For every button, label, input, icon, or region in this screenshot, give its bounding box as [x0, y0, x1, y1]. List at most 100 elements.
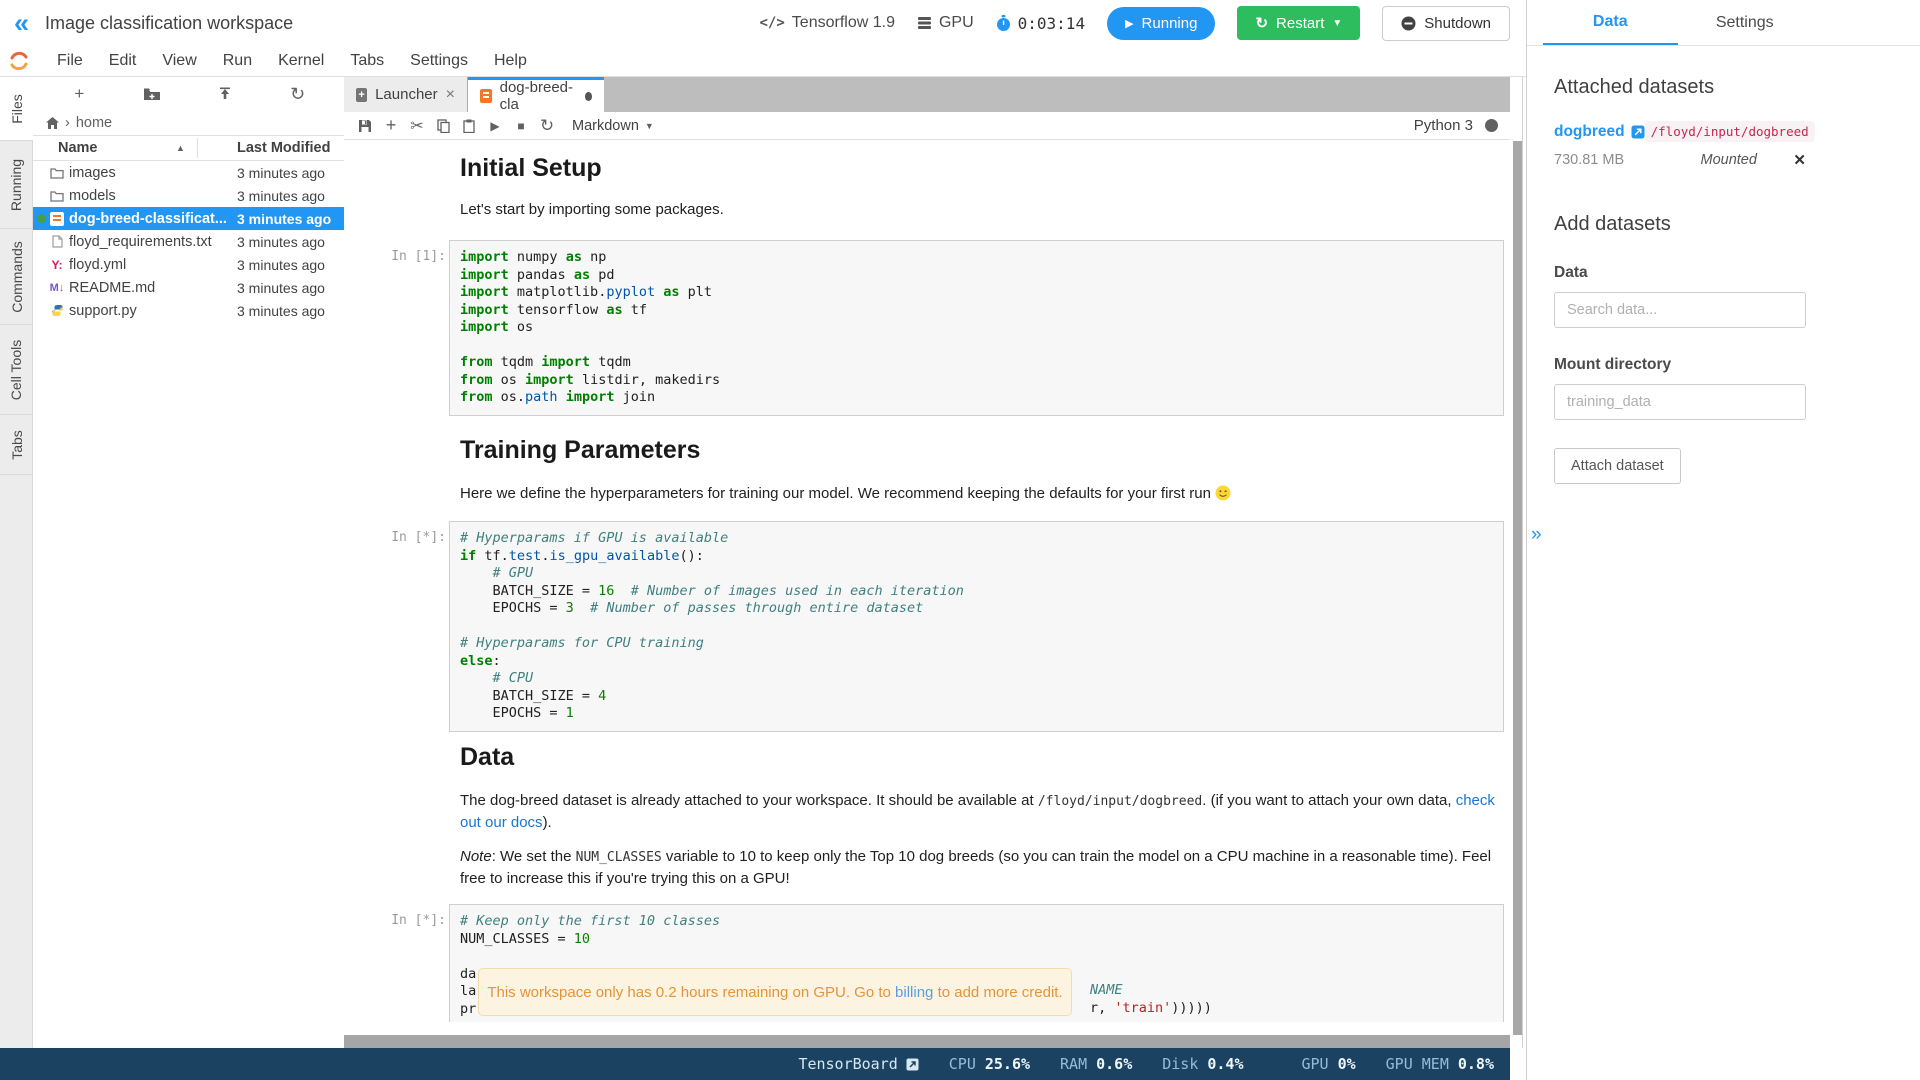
dataset-link[interactable]: dogbreed	[1554, 123, 1645, 141]
cut-cells-button[interactable]: ✂	[404, 115, 430, 137]
menu-settings[interactable]: Settings	[397, 48, 481, 74]
gpu-credit-toast: This workspace only has 0.2 hours remain…	[478, 968, 1072, 1016]
external-link-icon	[906, 1058, 919, 1071]
tab-launcher[interactable]: + Launcher ×	[344, 77, 468, 112]
sort-ascending-icon[interactable]: ▲	[176, 143, 185, 153]
sidebar-tab-files[interactable]: Files	[0, 77, 34, 141]
sidebar-tab-running[interactable]: Running	[0, 141, 33, 229]
restart-button[interactable]: ↻ Restart ▼	[1237, 6, 1360, 40]
sidebar-tab-cell-tools[interactable]: Cell Tools	[0, 325, 33, 415]
file-row-models[interactable]: models 3 minutes ago	[33, 184, 344, 207]
horizontal-scrollbar[interactable]	[344, 1035, 1510, 1048]
file-row-requirements[interactable]: floyd_requirements.txt 3 minutes ago	[33, 230, 344, 253]
billing-link[interactable]: billing	[895, 984, 933, 1001]
new-launcher-button[interactable]: +	[65, 82, 93, 106]
dataset-size: 730.81 MB	[1554, 152, 1664, 168]
column-last-modified[interactable]: Last Modified	[237, 140, 330, 156]
file-row-notebook-selected[interactable]: dog-breed-classificat... 3 minutes ago	[33, 207, 344, 230]
dock-tab-bar: + Launcher × dog-breed-cla	[344, 77, 1510, 112]
file-row-images[interactable]: images 3 minutes ago	[33, 161, 344, 184]
server-icon	[917, 16, 932, 30]
code-icon: </>	[760, 15, 785, 31]
folder-icon	[47, 167, 67, 179]
close-icon[interactable]: ×	[446, 86, 455, 104]
dataset-mount-path: /floyd/input/dogbreed	[1645, 121, 1815, 142]
restart-kernel-button[interactable]: ↻	[534, 115, 560, 137]
markdown-file-icon: M↓	[47, 282, 67, 294]
cell-type-dropdown[interactable]: Markdown ▼	[572, 118, 654, 134]
running-button[interactable]: ▶ Running	[1107, 7, 1215, 40]
panel-tabs: Data Settings	[1527, 0, 1920, 46]
column-name[interactable]: Name	[58, 140, 98, 156]
notebook-icon	[47, 212, 67, 226]
code-cell-imports[interactable]: In [1]: import numpy as npimport pandas …	[390, 240, 1504, 416]
session-timer: 0:03:14	[996, 14, 1085, 33]
environment-label: Tensorflow 1.9	[792, 14, 895, 32]
menu-help[interactable]: Help	[481, 48, 540, 74]
column-divider	[197, 138, 198, 158]
new-folder-icon	[143, 87, 161, 101]
heading-training-parameters: Training Parameters	[460, 436, 700, 465]
upload-button[interactable]	[211, 82, 239, 106]
save-button[interactable]	[352, 115, 378, 137]
stop-kernel-button[interactable]: ■	[508, 115, 534, 137]
kernel-running-dot	[37, 214, 46, 223]
back-chevrons-icon[interactable]: «	[14, 10, 29, 37]
new-folder-button[interactable]	[138, 82, 166, 106]
vertical-scrollbar[interactable]	[1510, 77, 1526, 1048]
shutdown-button[interactable]: Shutdown	[1382, 6, 1510, 41]
notebook-toolbar: + ✂ ▶ ■ ↻ Markdown ▼ Python 3	[344, 112, 1510, 140]
timer-value: 0:03:14	[1018, 14, 1085, 33]
paste-cells-button[interactable]	[456, 115, 482, 137]
home-icon[interactable]	[46, 117, 59, 129]
file-row-floyd-yml[interactable]: Y: floyd.yml 3 minutes ago	[33, 253, 344, 276]
tab-settings[interactable]: Settings	[1678, 0, 1813, 45]
sidebar-tab-tabs[interactable]: Tabs	[0, 415, 33, 475]
file-browser-toolbar: + ↻	[33, 77, 344, 111]
paragraph-data: The dog-breed dataset is already attache…	[460, 790, 1505, 833]
cell-prompt: In [*]:	[390, 904, 446, 1022]
add-cell-button[interactable]: +	[378, 115, 404, 137]
datasets-panel: » Data Settings Attached datasets dogbre…	[1526, 0, 1920, 1080]
file-row-readme[interactable]: M↓ README.md 3 minutes ago	[33, 276, 344, 299]
menu-view[interactable]: View	[149, 48, 209, 74]
code-fragment-comment: NAME	[1090, 982, 1123, 1000]
breadcrumb-home[interactable]: home	[76, 115, 112, 131]
tab-notebook-active[interactable]: dog-breed-cla	[468, 77, 604, 112]
mount-directory-input[interactable]	[1554, 384, 1806, 420]
kernel-name[interactable]: Python 3	[1414, 117, 1473, 134]
left-sidebar-strip: Files Running Commands Cell Tools Tabs	[0, 77, 33, 1048]
dataset-row: dogbreed /floyd/input/dogbreed	[1554, 121, 1806, 142]
menu-tabs[interactable]: Tabs	[337, 48, 397, 74]
toast-text: This workspace only has 0.2 hours remain…	[487, 984, 895, 1001]
file-row-support-py[interactable]: support.py 3 minutes ago	[33, 299, 344, 322]
attach-dataset-button[interactable]: Attach dataset	[1554, 448, 1681, 484]
restart-icon: ↻	[1255, 14, 1268, 32]
tensorboard-link[interactable]: TensorBoard	[798, 1055, 918, 1073]
refresh-files-button[interactable]: ↻	[284, 82, 312, 106]
copy-cells-button[interactable]	[430, 115, 456, 137]
yaml-file-icon: Y:	[47, 258, 67, 272]
kernel-busy-indicator[interactable]	[1485, 119, 1498, 132]
menu-kernel[interactable]: Kernel	[265, 48, 337, 74]
python-file-icon	[47, 304, 67, 317]
toast-text: to add more credit.	[933, 984, 1062, 1001]
sidebar-tab-commands[interactable]: Commands	[0, 229, 33, 325]
menu-edit[interactable]: Edit	[96, 48, 150, 74]
chevron-down-icon: ▼	[645, 121, 654, 131]
dataset-meta-row: 730.81 MB Mounted ✕	[1554, 151, 1806, 169]
detach-dataset-icon[interactable]: ✕	[1793, 151, 1806, 169]
tab-data[interactable]: Data	[1543, 0, 1678, 45]
expand-panel-icon[interactable]: »	[1531, 524, 1542, 546]
menu-run[interactable]: Run	[210, 48, 265, 74]
search-data-input[interactable]	[1554, 292, 1806, 328]
status-bar: TensorBoard CPU25.6% RAM0.6% Disk0.4% GP…	[0, 1048, 1510, 1080]
code-cell-hyperparams[interactable]: In [*]: # Hyperparams if GPU is availabl…	[390, 521, 1504, 732]
run-cell-button[interactable]: ▶	[482, 115, 508, 137]
file-browser-panel: + ↻ › home Name ▲ Last Modified	[33, 77, 344, 1048]
paragraph-setup: Let's start by importing some packages.	[460, 199, 1505, 220]
floydhub-logo-icon	[8, 50, 30, 72]
scrollbar-thumb[interactable]	[1513, 141, 1522, 1035]
cpu-metric: CPU25.6%	[949, 1055, 1030, 1073]
menu-file[interactable]: File	[44, 48, 96, 74]
